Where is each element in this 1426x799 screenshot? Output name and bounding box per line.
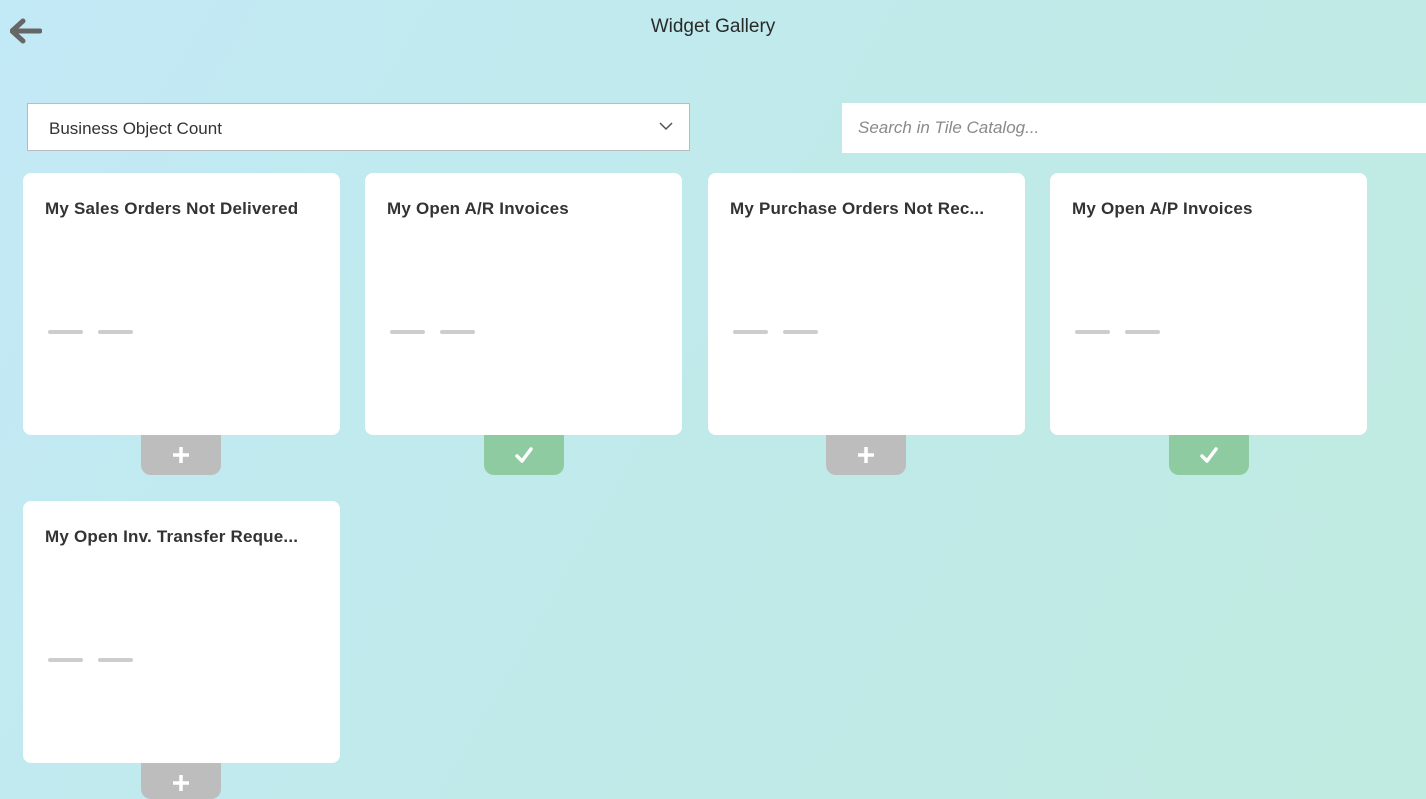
placeholder-dash xyxy=(48,658,83,662)
chevron-down-icon xyxy=(659,122,673,131)
plus-icon xyxy=(173,447,189,463)
checkmark-icon xyxy=(1200,447,1218,463)
tile-value-placeholder xyxy=(48,330,134,334)
placeholder-dash xyxy=(98,330,133,334)
placeholder-dash xyxy=(98,658,133,662)
add-tile-button[interactable] xyxy=(141,763,221,799)
plus-icon xyxy=(858,447,874,463)
tile-card[interactable]: My Purchase Orders Not Rec... xyxy=(708,173,1025,435)
tile-value-placeholder xyxy=(1075,330,1161,334)
tile-title: My Open A/P Invoices xyxy=(1072,199,1253,218)
placeholder-dash xyxy=(733,330,768,334)
tile-type-dropdown[interactable]: Business Object Count xyxy=(27,103,690,151)
placeholder-dash xyxy=(1125,330,1160,334)
remove-tile-button[interactable] xyxy=(484,435,564,475)
tile-card[interactable]: My Open Inv. Transfer Reque... xyxy=(23,501,340,763)
placeholder-dash xyxy=(48,330,83,334)
tile-title: My Sales Orders Not Delivered xyxy=(45,199,299,218)
dropdown-selected-value: Business Object Count xyxy=(49,119,222,138)
checkmark-icon xyxy=(515,447,533,463)
placeholder-dash xyxy=(1075,330,1110,334)
placeholder-dash xyxy=(440,330,475,334)
remove-tile-button[interactable] xyxy=(1169,435,1249,475)
add-tile-button[interactable] xyxy=(826,435,906,475)
placeholder-dash xyxy=(783,330,818,334)
add-tile-button[interactable] xyxy=(141,435,221,475)
tile-title: My Open Inv. Transfer Reque... xyxy=(45,527,299,546)
tile-value-placeholder xyxy=(733,330,819,334)
tile-value-placeholder xyxy=(48,658,134,662)
tile-value-placeholder xyxy=(390,330,476,334)
tile-card[interactable]: My Open A/P Invoices xyxy=(1050,173,1367,435)
plus-icon xyxy=(173,775,189,791)
tile-card[interactable]: My Sales Orders Not Delivered xyxy=(23,173,340,435)
tile-card[interactable]: My Open A/R Invoices xyxy=(365,173,682,435)
page-title: Widget Gallery xyxy=(650,16,776,37)
placeholder-dash xyxy=(390,330,425,334)
tile-title: My Purchase Orders Not Rec... xyxy=(730,199,985,218)
tile-title: My Open A/R Invoices xyxy=(387,199,569,218)
search-input[interactable] xyxy=(842,103,1426,153)
